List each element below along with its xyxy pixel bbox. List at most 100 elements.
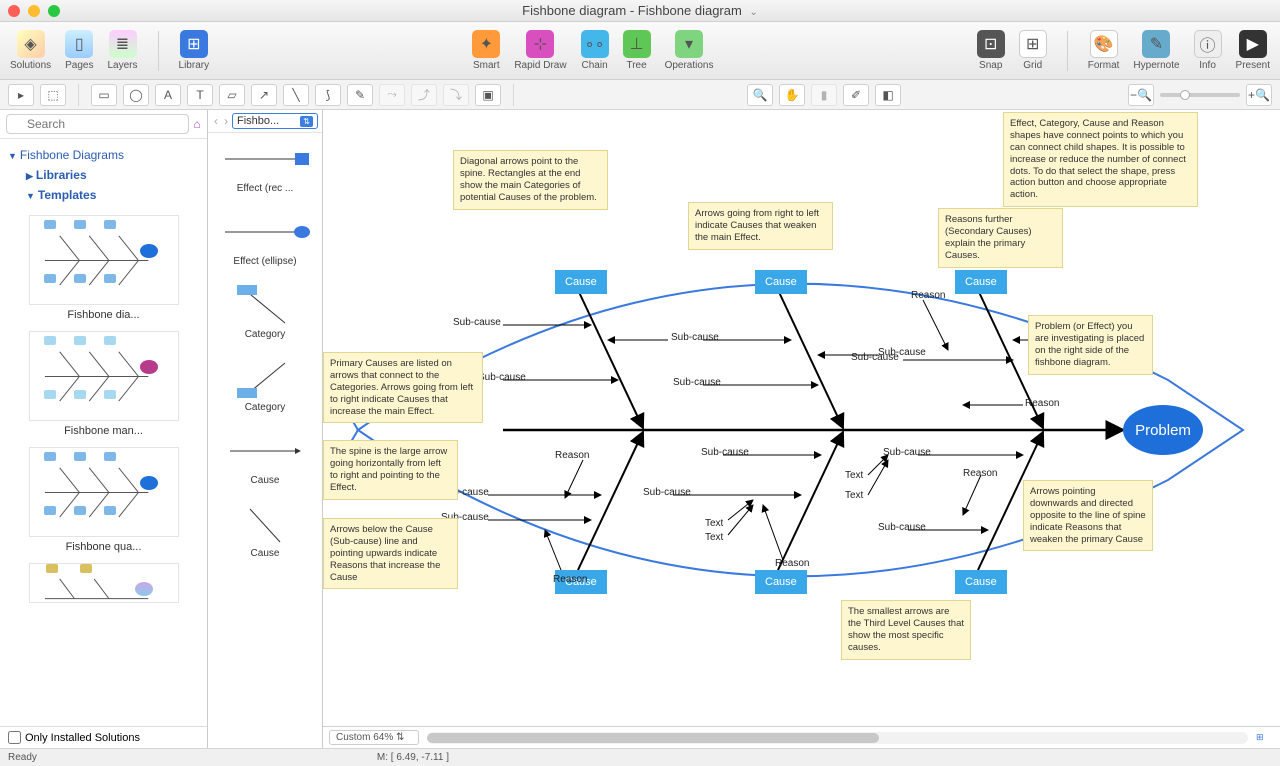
note: Arrows pointing downwards and directed o…: [1023, 480, 1153, 551]
cause-box[interactable]: Cause: [555, 270, 607, 294]
eyedropper-tool[interactable]: ✐: [843, 84, 869, 106]
only-installed-checkbox[interactable]: [8, 731, 21, 744]
shapes-forward-button[interactable]: ›: [222, 114, 230, 128]
shape-item[interactable]: Effect (ellipse): [212, 212, 318, 267]
marquee-tool[interactable]: ⬚: [40, 84, 66, 106]
note: Primary Causes are listed on arrows that…: [323, 352, 483, 423]
status-bar: Ready M: [ 6.49, -7.11 ]: [0, 748, 1280, 766]
template-thumb[interactable]: Fishbone dia...: [8, 215, 199, 321]
problem-shape[interactable]: Problem: [1123, 405, 1203, 455]
textbox-tool[interactable]: T: [187, 84, 213, 106]
template-thumb[interactable]: Fishbone man...: [8, 331, 199, 437]
note: Arrows going from right to left indicate…: [688, 202, 833, 250]
shape-item[interactable]: Cause: [212, 431, 318, 486]
connector3-tool[interactable]: ⤵: [443, 84, 469, 106]
hand-tool[interactable]: ✋: [779, 84, 805, 106]
pointer-tool[interactable]: ▸: [8, 84, 34, 106]
chain-button[interactable]: ∘∘Chain: [581, 30, 609, 71]
tree-icon: ⊥: [623, 30, 651, 58]
zoom-out-button[interactable]: −🔍: [1128, 84, 1154, 106]
connector1-tool[interactable]: ⤳: [379, 84, 405, 106]
paint-tool[interactable]: ▮: [811, 84, 837, 106]
template-thumb[interactable]: Fishbone qua...: [8, 447, 199, 553]
library-button[interactable]: ⊞Library: [179, 30, 210, 71]
info-icon: ⓘ: [1194, 30, 1222, 58]
tree-templates[interactable]: ▼Templates: [8, 185, 199, 205]
zoom-in-button[interactable]: +🔍: [1246, 84, 1272, 106]
zoom-window-button[interactable]: [48, 5, 60, 17]
search-input[interactable]: [6, 114, 189, 134]
chain-icon: ∘∘: [581, 30, 609, 58]
smart-button[interactable]: ✦Smart: [472, 30, 500, 71]
tree-button[interactable]: ⊥Tree: [623, 30, 651, 71]
main-toolbar: ◈Solutions ▯Pages ≣Layers ⊞Library ✦Smar…: [0, 22, 1280, 80]
text-label: Text: [705, 518, 723, 529]
zoom-slider[interactable]: [1160, 93, 1240, 97]
triangle-right-icon: ▶: [26, 171, 33, 181]
cause-box[interactable]: Cause: [755, 270, 807, 294]
shape-item[interactable]: Category: [212, 285, 318, 340]
rect-tool[interactable]: ▭: [91, 84, 117, 106]
snap-button[interactable]: ⊡Snap: [977, 30, 1005, 71]
status-ready: Ready: [8, 752, 37, 763]
shape-item[interactable]: Effect (rec ...: [212, 139, 318, 194]
cause-box[interactable]: Cause: [755, 570, 807, 594]
note: The spine is the large arrow going horiz…: [323, 440, 458, 500]
grid-button[interactable]: ⊞Grid: [1019, 30, 1047, 71]
window-title[interactable]: Fishbone diagram - Fishbone diagram ⌄: [60, 3, 1220, 18]
hypernote-button[interactable]: ✎Hypernote: [1133, 30, 1179, 71]
present-button[interactable]: ▶Present: [1236, 30, 1270, 71]
ellipse-tool[interactable]: ◯: [123, 84, 149, 106]
subcause-label: Sub-cause: [671, 332, 719, 343]
rapid-draw-button[interactable]: ⊹Rapid Draw: [514, 30, 566, 71]
home-icon[interactable]: ⌂: [193, 117, 201, 131]
info-button[interactable]: ⓘInfo: [1194, 30, 1222, 71]
zoom-select[interactable]: Custom 64% ⇅: [329, 730, 419, 745]
chevron-down-icon: ⌄: [749, 7, 757, 18]
tree-fishbone-diagrams[interactable]: ▼Fishbone Diagrams: [8, 145, 199, 165]
window-controls: [8, 5, 60, 17]
solutions-button[interactable]: ◈Solutions: [10, 30, 51, 71]
text-label: Text: [705, 532, 723, 543]
pages-button[interactable]: ▯Pages: [65, 30, 93, 71]
shapes-back-button[interactable]: ‹: [212, 114, 220, 128]
close-window-button[interactable]: [8, 5, 20, 17]
note: Arrows below the Cause (Sub-cause) line …: [323, 518, 458, 589]
snap-icon: ⊡: [977, 30, 1005, 58]
stamp-tool[interactable]: ▣: [475, 84, 501, 106]
text-tool[interactable]: A: [155, 84, 181, 106]
format-button[interactable]: 🎨Format: [1088, 30, 1120, 71]
callout-tool[interactable]: ▱: [219, 84, 245, 106]
curve-tool[interactable]: ⟆: [315, 84, 341, 106]
minimize-window-button[interactable]: [28, 5, 40, 17]
subcause-label: Sub-cause: [883, 447, 931, 458]
horizontal-scrollbar[interactable]: [427, 732, 1248, 744]
subcause-label: Sub-cause: [851, 352, 899, 363]
reason-label: Reason: [555, 450, 589, 461]
template-thumb[interactable]: [8, 563, 199, 603]
shape-item[interactable]: Cause: [212, 504, 318, 559]
arrow-tool[interactable]: ↗: [251, 84, 277, 106]
reason-label: Reason: [911, 290, 945, 301]
shape-item[interactable]: Category: [212, 358, 318, 413]
cause-box[interactable]: Cause: [955, 270, 1007, 294]
page-nav-icon[interactable]: ⊞: [1256, 732, 1274, 743]
text-label: Text: [845, 470, 863, 481]
operations-button[interactable]: ▾Operations: [665, 30, 714, 71]
library-icon: ⊞: [180, 30, 208, 58]
only-installed-row: Only Installed Solutions: [0, 726, 207, 748]
canvas[interactable]: Problem Cause Cause Cause Cause Cause Ca…: [323, 110, 1280, 726]
pen-tool[interactable]: ✎: [347, 84, 373, 106]
line-tool[interactable]: ╲: [283, 84, 309, 106]
eraser-tool[interactable]: ◧: [875, 84, 901, 106]
connector2-tool[interactable]: ⤴: [411, 84, 437, 106]
cause-box[interactable]: Cause: [955, 570, 1007, 594]
layers-icon: ≣: [109, 30, 137, 58]
window-title-text: Fishbone diagram - Fishbone diagram: [522, 3, 742, 18]
shapes-library-select[interactable]: Fishbo...⇅: [232, 113, 318, 129]
magnify-tool[interactable]: 🔍: [747, 84, 773, 106]
layers-button[interactable]: ≣Layers: [108, 30, 138, 71]
tree-libraries[interactable]: ▶Libraries: [8, 165, 199, 185]
subcause-label: Sub-cause: [478, 372, 526, 383]
subcause-label: Sub-cause: [701, 447, 749, 458]
